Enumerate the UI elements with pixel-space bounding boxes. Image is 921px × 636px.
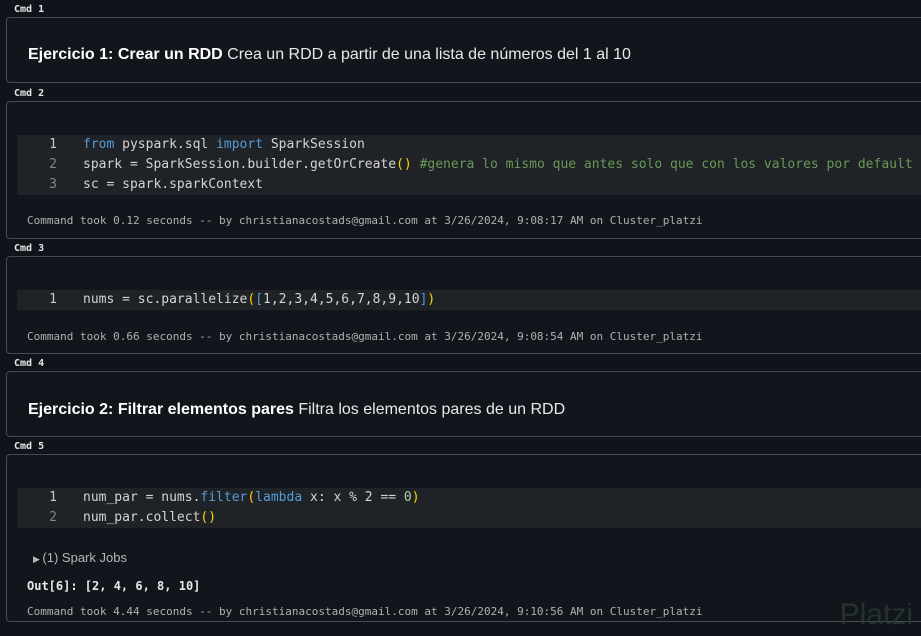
code-editor[interactable]: 1 num_par = nums.filter(lambda x: x % 2 =…: [17, 488, 921, 528]
cell-label: Cmd 2: [14, 88, 45, 99]
cell-label: Cmd 1: [14, 4, 45, 15]
markdown-cell[interactable]: Ejercicio 1: Crear un RDD Crea un RDD a …: [6, 17, 921, 83]
command-status: Command took 4.44 seconds -- by christia…: [27, 605, 703, 618]
markdown-text: Ejercicio 2: Filtrar elementos pares Fil…: [28, 401, 566, 418]
markdown-cell[interactable]: Ejercicio 2: Filtrar elementos pares Fil…: [6, 371, 921, 437]
code-cell[interactable]: 1 nums = sc.parallelize([1,2,3,4,5,6,7,8,…: [6, 256, 921, 354]
caret-right-icon: ▶: [33, 554, 43, 564]
code-editor[interactable]: 1 nums = sc.parallelize([1,2,3,4,5,6,7,8,…: [17, 290, 921, 310]
spark-jobs-toggle[interactable]: ▶ (1) Spark Jobs: [33, 550, 127, 565]
platzi-watermark: Platzi: [839, 598, 913, 631]
cell-label: Cmd 4: [14, 358, 45, 369]
markdown-text: Ejercicio 1: Crear un RDD Crea un RDD a …: [28, 46, 631, 63]
command-status: Command took 0.12 seconds -- by christia…: [27, 214, 703, 227]
code-cell[interactable]: 1 from pyspark.sql import SparkSession 2s…: [6, 101, 921, 239]
cell-label: Cmd 5: [14, 441, 45, 452]
command-status: Command took 0.66 seconds -- by christia…: [27, 330, 703, 343]
cell-label: Cmd 3: [14, 243, 45, 254]
code-cell[interactable]: 1 num_par = nums.filter(lambda x: x % 2 =…: [6, 454, 921, 622]
code-editor[interactable]: 1 from pyspark.sql import SparkSession 2s…: [17, 135, 921, 195]
cell-output: Out[6]: [2, 4, 6, 8, 10]: [27, 579, 201, 593]
